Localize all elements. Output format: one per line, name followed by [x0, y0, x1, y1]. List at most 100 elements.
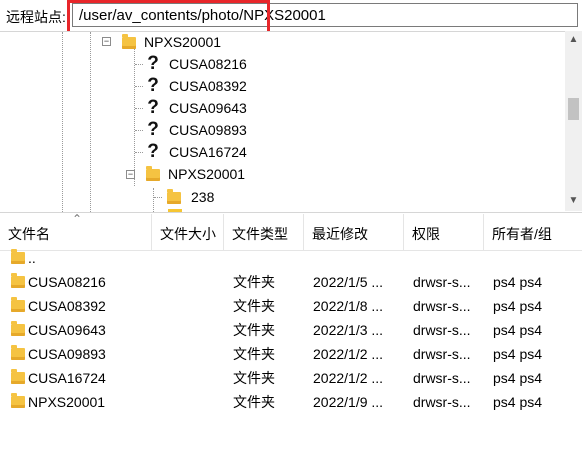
- file-permissions: drwsr-s...: [413, 274, 471, 290]
- tree-node-label: CUSA09893: [169, 122, 247, 138]
- tree-node-label: CUSA08392: [169, 78, 247, 94]
- column-header-label: 最近修改: [312, 226, 368, 242]
- file-owner: ps4 ps4: [493, 274, 543, 290]
- column-header-size[interactable]: 文件大小: [152, 214, 224, 250]
- file-owner: ps4 ps4: [493, 298, 543, 314]
- question-icon: ?: [145, 54, 161, 74]
- chevron-down-icon[interactable]: ▼: [565, 192, 582, 209]
- folder-icon: [146, 166, 160, 181]
- column-header-label: 文件名: [8, 226, 50, 242]
- file-modified: 2022/1/9 ...: [313, 394, 384, 410]
- tree-guide-line: [90, 32, 91, 212]
- collapse-icon[interactable]: −: [102, 37, 111, 46]
- tree-node-cusa09643[interactable]: ? CUSA09643: [135, 98, 285, 119]
- question-icon: ?: [145, 98, 161, 118]
- folder-icon: [11, 249, 25, 264]
- chevron-up-icon[interactable]: ▲: [565, 31, 582, 48]
- file-type: 文件夹: [233, 370, 275, 386]
- remote-site-bar: 远程站点: /user/av_contents/photo/NPXS20001: [0, 0, 582, 35]
- column-header-modified[interactable]: 最近修改: [304, 214, 404, 250]
- tree-guide-line: [135, 64, 143, 65]
- file-permissions: drwsr-s...: [413, 370, 471, 386]
- collapse-icon[interactable]: −: [126, 170, 135, 179]
- file-type: 文件夹: [233, 322, 275, 338]
- tree-scrollbar[interactable]: ▲ ▼: [565, 31, 582, 211]
- tree-guide-line: [135, 130, 143, 131]
- sort-up-icon: ⌃: [72, 212, 83, 226]
- file-name: CUSA09893: [28, 346, 106, 362]
- column-header-label: 文件类型: [232, 226, 288, 242]
- file-permissions: drwsr-s...: [413, 298, 471, 314]
- file-type: 文件夹: [233, 394, 275, 410]
- file-row[interactable]: NPXS20001 文件夹 2022/1/9 ... drwsr-s... ps…: [0, 390, 582, 414]
- question-icon: ?: [145, 76, 161, 96]
- file-name: CUSA08392: [28, 298, 106, 314]
- file-type: 文件夹: [233, 298, 275, 314]
- folder-icon: [167, 189, 181, 204]
- folder-icon: [11, 345, 25, 360]
- question-icon: ?: [145, 120, 161, 140]
- file-owner: ps4 ps4: [493, 322, 543, 338]
- file-row[interactable]: CUSA08216 文件夹 2022/1/5 ... drwsr-s... ps…: [0, 270, 582, 294]
- remote-file-list[interactable]: ⌃ 文件名 文件大小 文件类型 最近修改 权限 所有者/组 .. CUSA082…: [0, 212, 582, 461]
- file-permissions: drwsr-s...: [413, 322, 471, 338]
- tree-node-cusa08216[interactable]: ? CUSA08216: [135, 54, 285, 75]
- tree-guide-line: [153, 188, 154, 212]
- column-header-owner[interactable]: 所有者/组: [484, 214, 582, 250]
- tree-node-cusa08392[interactable]: ? CUSA08392: [135, 76, 285, 97]
- question-icon: ?: [145, 142, 161, 162]
- file-row[interactable]: CUSA09893 文件夹 2022/1/2 ... drwsr-s... ps…: [0, 342, 582, 366]
- tree-node-cusa16724[interactable]: ? CUSA16724: [135, 142, 285, 163]
- remote-directory-tree[interactable]: − NPXS20001 ? CUSA08216 ? CUSA08392 ? CU…: [0, 31, 582, 213]
- tree-node-label: NPXS20001: [168, 166, 246, 182]
- folder-icon: [11, 321, 25, 336]
- tree-node-root[interactable]: − NPXS20001: [100, 33, 240, 51]
- scrollbar-thumb[interactable]: [568, 98, 579, 120]
- column-header-name[interactable]: ⌃ 文件名: [0, 212, 152, 250]
- tree-guide-line: [135, 86, 143, 87]
- column-header-label: 权限: [412, 226, 440, 242]
- file-owner: ps4 ps4: [493, 394, 543, 410]
- file-modified: 2022/1/2 ...: [313, 346, 384, 362]
- tree-guide-line: [154, 197, 162, 198]
- tree-node-npxs20001[interactable]: − NPXS20001: [124, 165, 284, 185]
- column-header-label: 文件大小: [160, 226, 216, 242]
- tree-node-cusa09893[interactable]: ? CUSA09893: [135, 120, 285, 141]
- file-type: 文件夹: [233, 346, 275, 362]
- file-name: CUSA16724: [28, 370, 106, 386]
- question-icon: [168, 209, 182, 212]
- file-name: CUSA08216: [28, 274, 106, 290]
- remote-path-input[interactable]: /user/av_contents/photo/NPXS20001: [72, 3, 578, 27]
- column-header-label: 所有者/组: [492, 226, 552, 242]
- file-name: ..: [28, 250, 36, 266]
- file-name: NPXS20001: [28, 394, 106, 410]
- file-owner: ps4 ps4: [493, 346, 543, 362]
- tree-guide-line: [62, 32, 63, 212]
- tree-node-label: CUSA08216: [169, 56, 247, 72]
- file-permissions: drwsr-s...: [413, 394, 471, 410]
- tree-node-238[interactable]: 238: [154, 188, 265, 208]
- file-type: 文件夹: [233, 274, 275, 290]
- file-modified: 2022/1/8 ...: [313, 298, 384, 314]
- column-header-type[interactable]: 文件类型: [224, 214, 304, 250]
- column-header-permissions[interactable]: 权限: [404, 214, 484, 250]
- tree-guide-line: [135, 152, 143, 153]
- file-row[interactable]: CUSA16724 文件夹 2022/1/2 ... drwsr-s... ps…: [0, 366, 582, 390]
- file-permissions: drwsr-s...: [413, 346, 471, 362]
- file-row-parent[interactable]: ..: [0, 246, 582, 270]
- remote-path-value[interactable]: /user/av_contents/photo/NPXS20001: [79, 7, 326, 24]
- folder-icon: [122, 34, 136, 49]
- tree-node-label: 238: [191, 189, 215, 205]
- file-owner: ps4 ps4: [493, 370, 543, 386]
- remote-site-label: 远程站点:: [6, 9, 66, 25]
- tree-guide-line: [135, 108, 143, 109]
- folder-icon: [11, 297, 25, 312]
- file-row[interactable]: CUSA09643 文件夹 2022/1/3 ... drwsr-s... ps…: [0, 318, 582, 342]
- tree-node-label: CUSA16724: [169, 144, 247, 160]
- file-name: CUSA09643: [28, 322, 106, 338]
- folder-icon: [11, 273, 25, 288]
- file-row[interactable]: CUSA08392 文件夹 2022/1/8 ... drwsr-s... ps…: [0, 294, 582, 318]
- folder-icon: [11, 393, 25, 408]
- file-modified: 2022/1/2 ...: [313, 370, 384, 386]
- tree-node-label: NPXS20001: [144, 34, 222, 50]
